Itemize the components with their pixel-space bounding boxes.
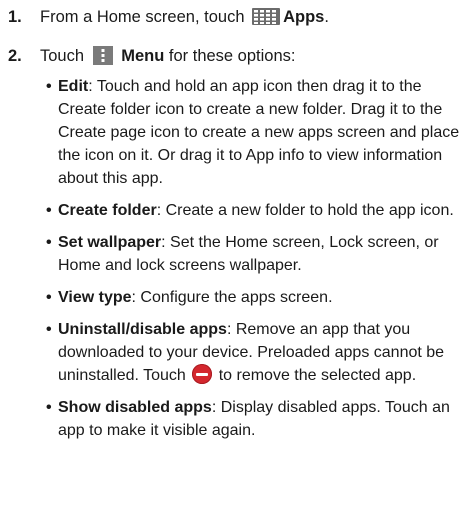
option-edit: Edit: Touch and hold an app icon then dr…: [46, 75, 462, 190]
option-description: : Touch and hold an app icon then drag i…: [58, 78, 460, 187]
step-text: From a Home screen, touch Apps.: [40, 6, 462, 29]
step-2-text-before: Touch: [40, 47, 85, 65]
option-term: Edit: [58, 78, 89, 95]
menu-options-list: Edit: Touch and hold an app icon then dr…: [8, 75, 462, 442]
option-description: : Create a new folder to hold the app ic…: [156, 202, 454, 219]
step-1: 1. From a Home screen, touch Apps.: [8, 6, 462, 29]
step-2: 2. Touch Menu for these options:: [8, 45, 462, 68]
option-show-disabled-apps: Show disabled apps: Display disabled app…: [46, 396, 462, 442]
step-number: 1.: [8, 8, 22, 26]
option-term: Show disabled apps: [58, 399, 212, 416]
option-create-folder: Create folder: Create a new folder to ho…: [46, 199, 462, 222]
apps-grid-icon: [252, 8, 281, 25]
menu-dots-icon: [92, 46, 113, 65]
menu-label: Menu: [121, 47, 165, 65]
step-text: Touch Menu for these options:: [40, 45, 462, 68]
option-set-wallpaper: Set wallpaper: Set the Home screen, Lock…: [46, 231, 462, 277]
step-2-text-after: for these options:: [164, 47, 296, 65]
option-term: Set wallpaper: [58, 234, 162, 251]
option-term: View type: [58, 289, 132, 306]
remove-circle-icon: [192, 364, 213, 384]
option-description-after: to remove the selected app.: [214, 367, 417, 384]
step-1-text-before: From a Home screen, touch: [40, 8, 245, 26]
option-term: Create folder: [58, 202, 157, 219]
instructions-document: 1. From a Home screen, touch Apps. 2. To…: [0, 0, 470, 523]
step-number: 2.: [8, 47, 22, 65]
option-uninstall-disable-apps: Uninstall/disable apps: Remove an app th…: [46, 318, 462, 387]
step-1-text-after: .: [324, 8, 329, 26]
option-term: Uninstall/disable apps: [58, 321, 227, 338]
option-description: : Configure the apps screen.: [131, 289, 333, 306]
apps-label: Apps: [283, 8, 325, 26]
option-view-type: View type: Configure the apps screen.: [46, 286, 462, 309]
